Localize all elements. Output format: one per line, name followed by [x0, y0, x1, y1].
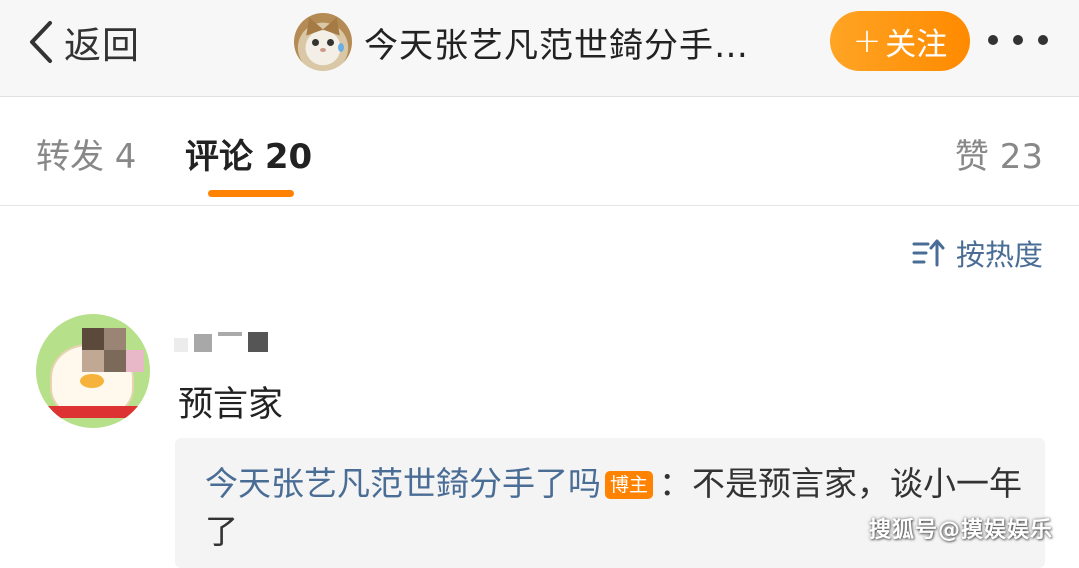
- commenter-username-redacted[interactable]: [174, 322, 314, 352]
- follow-button[interactable]: + 关注: [830, 11, 970, 71]
- back-button[interactable]: 返回: [26, 14, 140, 70]
- comment-text: 预言家: [178, 385, 284, 425]
- reply-author-link[interactable]: 今天张艺凡范世錡分手了吗: [205, 464, 601, 503]
- page-title: 今天张艺凡范世錡分手…: [364, 25, 749, 66]
- author-badge: 博主: [605, 471, 654, 499]
- sort-label: 按热度: [955, 238, 1043, 272]
- sort-icon: [912, 239, 945, 267]
- watermark: 搜狐号@摸娱娱乐: [868, 518, 1053, 543]
- follow-label: 关注: [885, 26, 948, 63]
- author-avatar[interactable]: [294, 13, 352, 71]
- avatar[interactable]: [36, 314, 150, 428]
- tab-like[interactable]: 赞 23: [955, 129, 1043, 178]
- tab-active-indicator: [208, 190, 294, 197]
- plus-icon: +: [852, 21, 882, 61]
- sort-button[interactable]: 按热度: [912, 232, 1043, 274]
- tab-bar: 转发 4 评论 20 赞 23: [0, 97, 1079, 206]
- top-navigation-bar: 返回 今天张艺凡范世錡分手… + 关注: [0, 0, 1079, 97]
- more-dots-icon[interactable]: [988, 30, 1048, 50]
- reply-box[interactable]: 今天张艺凡范世錡分手了吗 博主 ：不是预言家，谈小一年了: [175, 438, 1045, 568]
- tab-comment[interactable]: 评论 20: [185, 129, 312, 178]
- post-title-area[interactable]: 今天张艺凡范世錡分手…: [294, 12, 749, 72]
- chevron-left-icon: [30, 21, 52, 63]
- tab-forward[interactable]: 转发 4: [36, 129, 136, 178]
- back-label: 返回: [64, 24, 140, 67]
